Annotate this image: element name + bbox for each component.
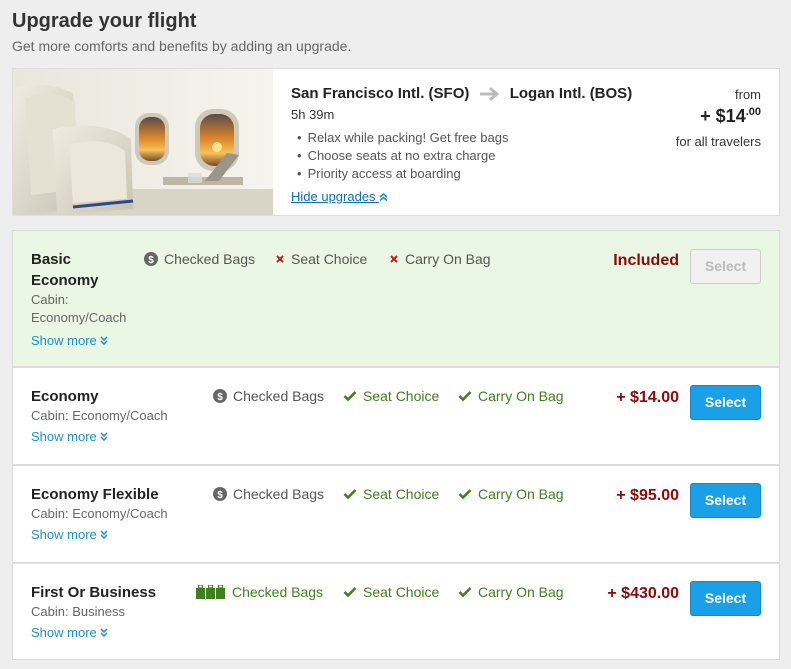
perk-item: Relax while packing! Get free bags	[297, 129, 509, 147]
page-title: Upgrade your flight	[12, 10, 197, 32]
fare-price-included: Included	[613, 252, 679, 269]
upgrade-perks-list: Relax while packing! Get free bags Choos…	[297, 129, 509, 183]
upgrade-price-dollars: + $14	[700, 106, 746, 126]
feature-label: Carry On Bag	[478, 584, 564, 600]
page-subtitle: Get more comforts and benefits by adding…	[12, 38, 352, 54]
feature-seat-choice: Seat Choice	[343, 584, 439, 600]
perk-item: Priority access at boarding	[297, 165, 508, 183]
feature-label: Carry On Bag	[478, 388, 564, 404]
feature-label: Seat Choice	[363, 486, 440, 502]
feature-seat-choice: Seat Choice	[275, 251, 367, 267]
check-icon	[343, 488, 357, 500]
select-button[interactable]: Select	[690, 581, 761, 616]
check-icon	[458, 586, 472, 598]
feature-label: Carry On Bag	[405, 251, 491, 267]
select-button[interactable]: Select	[690, 483, 761, 518]
luggage-icon	[196, 584, 226, 599]
show-more-link[interactable]: Show more	[31, 333, 108, 348]
feature-seat-choice: Seat Choice	[343, 486, 439, 502]
feature-checked-bags: Checked Bags	[196, 584, 323, 600]
chevron-double-down-icon	[100, 432, 108, 442]
chevron-double-down-icon	[100, 336, 108, 346]
check-icon	[343, 586, 357, 598]
fare-name-line: Basic	[31, 251, 72, 268]
show-more-label: Show more	[31, 625, 97, 640]
svg-text:$: $	[217, 392, 223, 403]
show-more-label: Show more	[31, 333, 97, 348]
check-icon	[343, 390, 357, 402]
feature-label: Carry On Bag	[478, 486, 564, 502]
x-icon	[275, 254, 285, 264]
chevron-double-down-icon	[100, 530, 108, 540]
feature-label: Seat Choice	[363, 388, 440, 404]
fare-name-line: Economy	[31, 272, 99, 289]
chevron-double-up-icon	[379, 192, 388, 202]
feature-label: Checked Bags	[232, 584, 324, 600]
fare-row-basic-economy: Basic Economy Cabin: Economy/Coach Show …	[12, 230, 780, 367]
feature-carry-on-bag: Carry On Bag	[458, 584, 564, 600]
feature-label: Checked Bags	[233, 388, 325, 404]
destination-airport: Logan Intl. (BOS)	[509, 85, 633, 102]
select-button-disabled[interactable]: Select	[690, 249, 761, 284]
fare-row-first-or-business: First Or Business Cabin: Business Show m…	[12, 563, 780, 660]
fare-price: + $14.00	[616, 389, 679, 406]
feature-seat-choice: Seat Choice	[343, 388, 439, 404]
show-more-label: Show more	[31, 527, 97, 542]
fare-row-economy: Economy Cabin: Economy/Coach Show more $…	[12, 367, 780, 465]
fare-cabin-line: Economy/Coach	[31, 310, 127, 325]
show-more-link[interactable]: Show more	[31, 429, 108, 444]
fare-price: + $95.00	[616, 487, 679, 504]
feature-carry-on-bag: Carry On Bag	[389, 251, 491, 267]
fare-name: First Or Business	[31, 584, 157, 601]
origin-airport: San Francisco Intl. (SFO)	[291, 85, 470, 102]
perk-item: Choose seats at no extra charge	[297, 147, 508, 165]
hide-upgrades-label: Hide upgrades	[291, 189, 376, 204]
fare-row-economy-flexible: Economy Flexible Cabin: Economy/Coach Sh…	[12, 465, 780, 563]
svg-text:$: $	[148, 255, 154, 266]
feature-label: Seat Choice	[363, 584, 440, 600]
dollar-circle-icon: $	[144, 252, 158, 266]
fare-cabin-line: Cabin:	[31, 292, 69, 307]
fare-cabin: Cabin: Business	[31, 604, 125, 619]
fare-cabin: Cabin: Economy/Coach	[31, 506, 168, 521]
check-icon	[458, 488, 472, 500]
dollar-circle-icon: $	[213, 389, 227, 403]
feature-label: Checked Bags	[233, 486, 325, 502]
hide-upgrades-link[interactable]: Hide upgrades	[291, 189, 388, 204]
fare-name: Economy Flexible	[31, 486, 159, 503]
airplane-cabin-image	[13, 69, 273, 215]
feature-label: Checked Bags	[164, 251, 256, 267]
check-icon	[458, 390, 472, 402]
svg-text:$: $	[217, 490, 223, 501]
show-more-link[interactable]: Show more	[31, 625, 108, 640]
arrow-right-icon	[479, 87, 500, 101]
feature-carry-on-bag: Carry On Bag	[458, 486, 564, 502]
feature-label: Seat Choice	[291, 251, 368, 267]
dollar-circle-icon: $	[213, 487, 227, 501]
feature-carry-on-bag: Carry On Bag	[458, 388, 564, 404]
feature-checked-bags: $ Checked Bags	[144, 251, 255, 267]
price-from-label: from	[735, 87, 761, 102]
upgrade-price: + $14.00	[700, 106, 761, 127]
fare-price: + $430.00	[607, 585, 679, 602]
flight-route: San Francisco Intl. (SFO) Logan Intl. (B…	[291, 85, 632, 102]
fare-name: Basic Economy	[31, 249, 99, 291]
flight-summary-card: San Francisco Intl. (SFO) Logan Intl. (B…	[12, 68, 780, 216]
show-more-link[interactable]: Show more	[31, 527, 108, 542]
fare-name: Economy	[31, 388, 99, 405]
chevron-double-down-icon	[100, 628, 108, 638]
fare-cabin: Cabin: Economy/Coach	[31, 408, 168, 423]
select-button[interactable]: Select	[690, 385, 761, 420]
upgrade-price-cents: .00	[745, 106, 761, 118]
feature-checked-bags: $ Checked Bags	[213, 486, 324, 502]
show-more-label: Show more	[31, 429, 97, 444]
x-icon	[389, 254, 399, 264]
price-note: for all travelers	[675, 134, 761, 149]
fare-cabin: Cabin: Economy/Coach	[31, 291, 126, 327]
feature-checked-bags: $ Checked Bags	[213, 388, 324, 404]
flight-duration: 5h 39m	[291, 107, 335, 122]
